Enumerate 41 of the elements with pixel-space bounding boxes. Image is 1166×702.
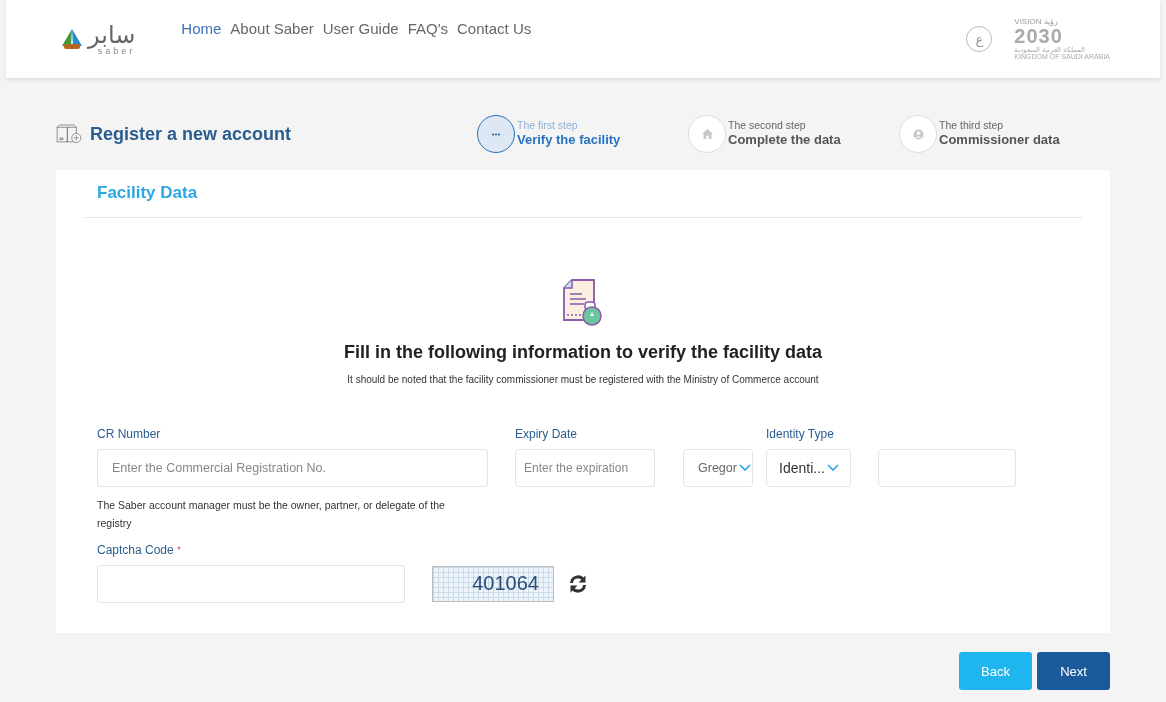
step-caption: The first step	[517, 119, 579, 133]
nav-link[interactable]: Home	[181, 19, 222, 37]
home-icon	[701, 129, 713, 139]
calendar-select[interactable]: Gregor	[683, 449, 753, 487]
expiry-date-field[interactable]: Enter the expiration	[515, 449, 655, 487]
next-button[interactable]: Next	[1037, 652, 1110, 690]
page-title: Register a new account	[89, 123, 291, 145]
refresh-icon[interactable]	[568, 573, 588, 594]
vision-text: VISION	[1014, 18, 1042, 26]
captcha-image: 401064	[432, 565, 554, 602]
step-label: Verify the facility	[517, 132, 621, 149]
identity-number-field[interactable]	[878, 449, 1016, 487]
section-title: Facility Data	[84, 170, 1082, 218]
user-icon	[912, 128, 924, 140]
dots-icon	[491, 132, 501, 136]
field-label: Captcha Code *	[97, 542, 182, 559]
nav-link[interactable]: Contact Us	[457, 19, 532, 37]
chevron-down-icon	[826, 464, 839, 472]
form-subheading: It should be noted that the facility commissioner must be registered with the Ministry of Commerce account	[347, 374, 819, 385]
vision-year: 2030	[1014, 26, 1063, 46]
logo-text: saber	[97, 46, 136, 56]
nav-link[interactable]: FAQ's	[407, 19, 448, 37]
form-heading: Fill in the following information to verify the facility data	[344, 342, 822, 363]
step-caption: The second step	[728, 119, 807, 133]
chevron-down-icon	[738, 464, 751, 472]
field-label: Expiry Date	[515, 427, 579, 443]
nav-link[interactable]: User Guide	[322, 19, 399, 37]
field-label: Identity Type	[766, 427, 835, 443]
triangle-logo-icon	[60, 28, 84, 50]
step-label: Complete the data	[728, 132, 841, 149]
field-label: CR Number	[97, 427, 162, 443]
captcha-field[interactable]	[97, 564, 405, 603]
helper-text: The Saber account manager must be the owner, partner, or delegate of the registry	[97, 498, 446, 531]
nav-link[interactable]: About Saber	[230, 19, 314, 37]
step-label: Commissioner data	[939, 132, 1060, 149]
cr-number-field[interactable]: Enter the Commercial Registration No.	[97, 449, 488, 487]
step-caption: The third step	[939, 119, 1005, 133]
identity-type-select[interactable]: Identi...	[766, 449, 851, 487]
required-mark: *	[177, 544, 181, 556]
logo-arabic-text: سابر	[88, 22, 136, 47]
vision-arabic-text: رؤية	[1044, 18, 1059, 26]
